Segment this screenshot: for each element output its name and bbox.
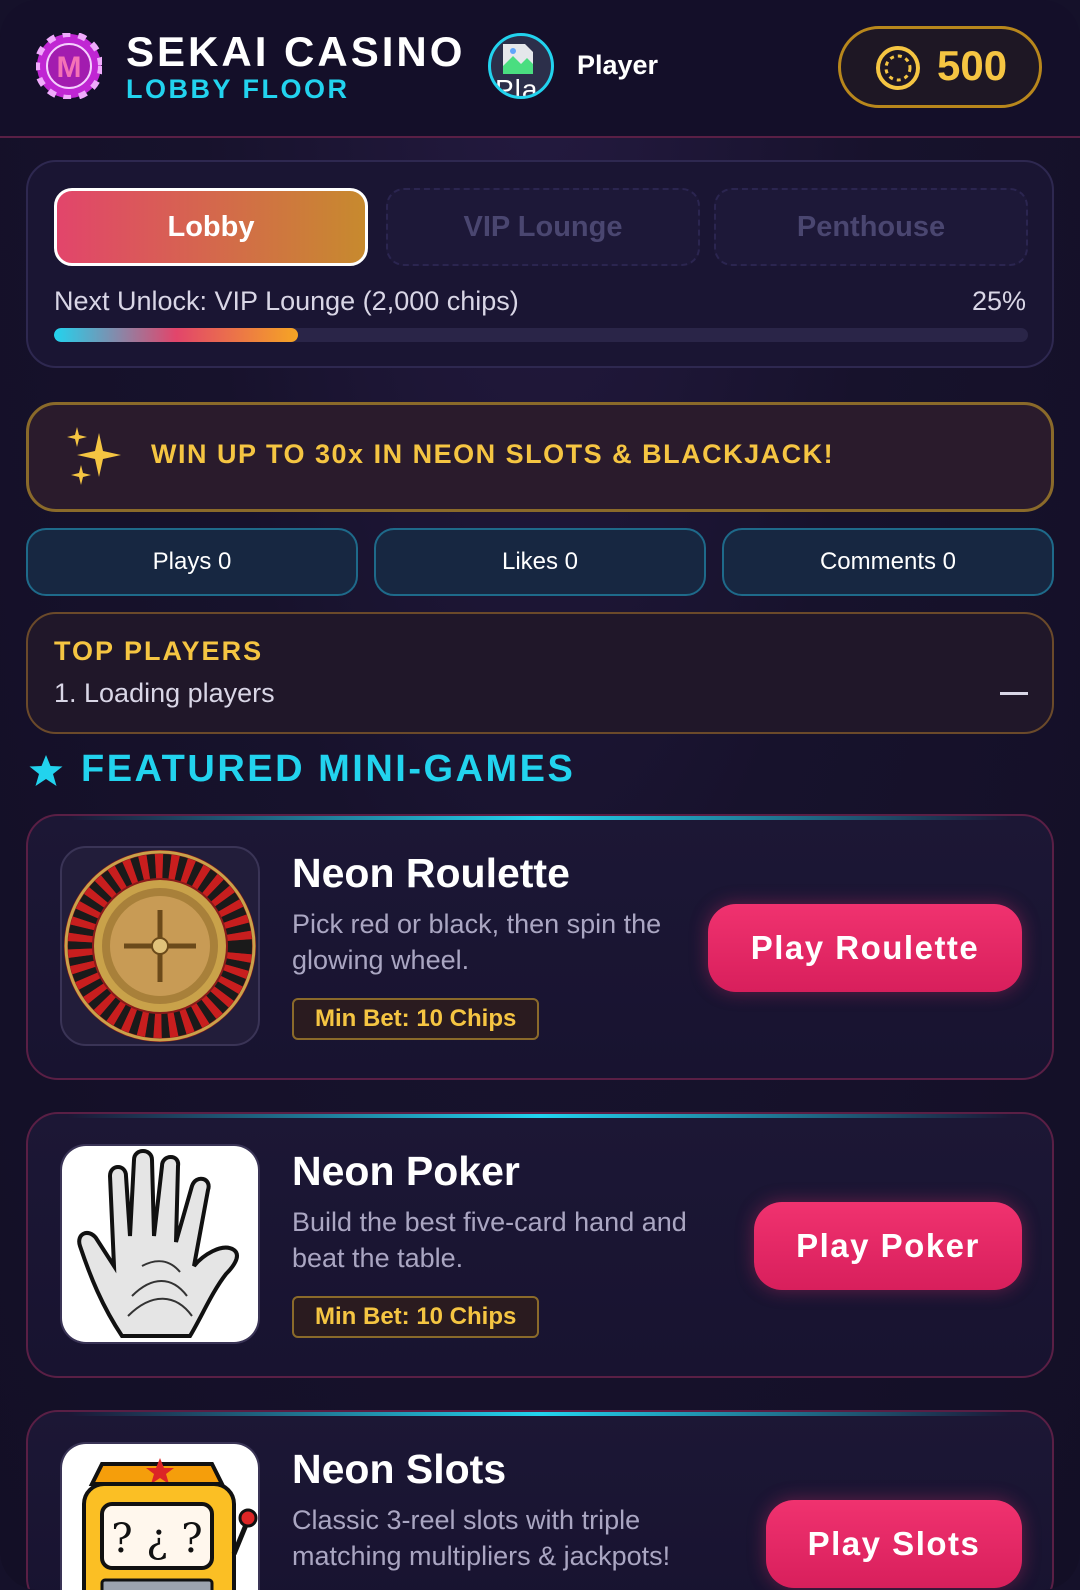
collapse-icon[interactable] xyxy=(1000,692,1028,695)
tab-vip-lounge[interactable]: VIP Lounge xyxy=(386,188,700,266)
tab-penthouse[interactable]: Penthouse xyxy=(714,188,1028,266)
floor-selector-panel: Lobby VIP Lounge Penthouse Next Unlock: … xyxy=(26,160,1054,368)
game-description: Classic 3-reel slots with triple matchin… xyxy=(292,1505,671,1571)
game-description: Build the best five-card hand and beat t… xyxy=(292,1207,687,1273)
avatar-alt-text: Pla xyxy=(495,74,539,99)
coin-icon xyxy=(876,46,920,90)
unlock-progress-bar xyxy=(54,328,1028,342)
chip-balance: 500 xyxy=(838,26,1042,108)
game-card-roulette: Neon Roulette Pick red or black, then sp… xyxy=(26,814,1054,1080)
roulette-wheel-icon xyxy=(64,850,256,1042)
next-unlock-label: Next Unlock: VIP Lounge (2,000 chips) xyxy=(54,286,519,316)
game-title: Neon Poker xyxy=(292,1148,520,1194)
svg-text:¿: ¿ xyxy=(146,1516,167,1562)
player-avatar[interactable]: Pla xyxy=(488,33,554,99)
svg-text:?: ? xyxy=(181,1516,202,1562)
top-player-row: 1. Loading players xyxy=(54,678,275,708)
game-card-poker: Neon Poker Build the best five-card hand… xyxy=(26,1112,1054,1378)
broken-image-icon xyxy=(503,44,533,74)
app-subtitle: LOBBY FLOOR xyxy=(126,74,350,104)
unlock-progress-fill xyxy=(54,328,298,342)
poker-thumbnail xyxy=(60,1144,260,1344)
casino-app: M SEKAI CASINO LOBBY FLOOR Pla Player 50… xyxy=(0,0,1080,1590)
logo-letter: M xyxy=(57,51,82,84)
tab-lobby[interactable]: Lobby xyxy=(54,188,368,266)
sparkles-icon xyxy=(67,427,121,485)
app-title: SEKAI CASINO xyxy=(126,28,466,75)
comments-button[interactable]: Comments 0 xyxy=(722,528,1054,596)
likes-button[interactable]: Likes 0 xyxy=(374,528,706,596)
promo-banner: WIN UP TO 30x IN NEON SLOTS & BLACKJACK! xyxy=(26,402,1054,512)
min-bet-badge: Min Bet: 10 Chips xyxy=(292,998,540,1040)
roulette-thumbnail xyxy=(60,846,260,1046)
game-card-slots: ? ¿ ? Neon Slots Classic 3-reel slots wi… xyxy=(26,1410,1054,1590)
top-players-title: TOP PLAYERS xyxy=(54,636,264,666)
min-bet-badge: Min Bet: 10 Chips xyxy=(292,1296,540,1338)
chip-count: 500 xyxy=(937,42,1008,89)
casino-chip-logo-icon: M xyxy=(36,33,102,99)
featured-section-title: FEATURED MINI-GAMES xyxy=(81,748,576,790)
unlock-progress-percent: 25% xyxy=(971,286,1026,316)
game-title: Neon Roulette xyxy=(292,850,570,896)
play-poker-button[interactable]: Play Poker xyxy=(754,1202,1022,1290)
slot-machine-icon: ? ¿ ? xyxy=(62,1444,258,1590)
play-slots-button[interactable]: Play Slots xyxy=(766,1500,1022,1588)
game-title: Neon Slots xyxy=(292,1446,507,1492)
player-name: Player xyxy=(577,50,659,80)
play-roulette-button[interactable]: Play Roulette xyxy=(708,904,1022,992)
plays-button[interactable]: Plays 0 xyxy=(26,528,358,596)
svg-text:?: ? xyxy=(111,1516,132,1562)
top-players-panel: TOP PLAYERS 1. Loading players xyxy=(26,612,1054,734)
app-header: M SEKAI CASINO LOBBY FLOOR Pla Player 50… xyxy=(0,0,1080,138)
slots-thumbnail: ? ¿ ? xyxy=(60,1442,260,1590)
promo-text: WIN UP TO 30x IN NEON SLOTS & BLACKJACK! xyxy=(151,439,835,469)
star-icon xyxy=(29,755,63,786)
hand-icon xyxy=(62,1146,258,1342)
game-description: Pick red or black, then spin the glowing… xyxy=(292,909,662,975)
